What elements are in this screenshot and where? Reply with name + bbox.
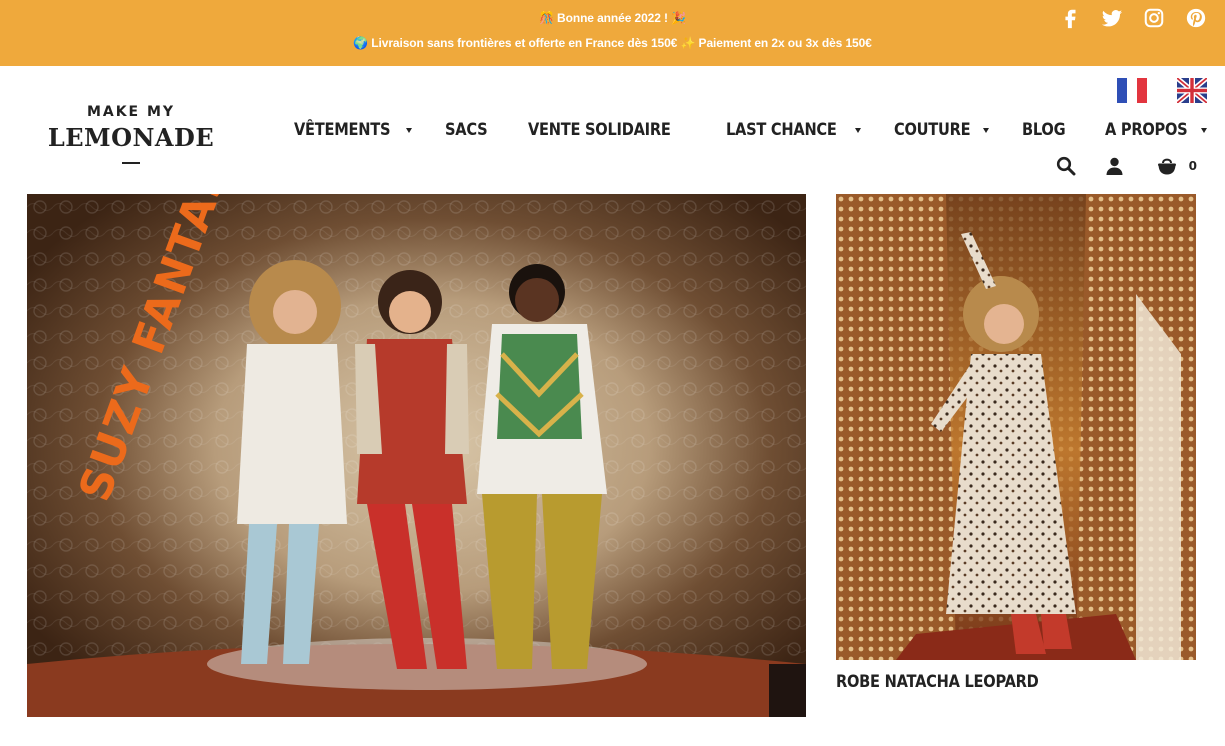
nav-label: COUTURE xyxy=(894,120,971,140)
announcement-shipping: 🌍 Livraison sans frontières et offerte e… xyxy=(353,36,872,50)
nav-item-blog[interactable]: BLOG xyxy=(1022,120,1072,140)
nav-item-sacs[interactable]: SACS xyxy=(445,120,494,140)
nav-label: LAST CHANCE xyxy=(726,120,838,140)
nav-item-vetements[interactable]: VÊTEMENTS xyxy=(294,120,413,140)
nav-label: A PROPOS xyxy=(1105,120,1188,140)
nav-label: BLOG xyxy=(1021,120,1066,140)
announcement-new-year: 🎊 Bonne année 2022 ! 🎉 xyxy=(538,11,687,25)
chevron-down-icon xyxy=(406,127,413,133)
nav-item-a-propos[interactable]: A PROPOS xyxy=(1105,120,1207,140)
nav-item-last-chance[interactable]: LAST CHANCE xyxy=(726,120,862,140)
facebook-icon[interactable] xyxy=(1059,7,1081,29)
logo-top-text: MAKE MY xyxy=(86,104,176,120)
nav-item-vente-solidaire[interactable]: VENTE SOLIDAIRE xyxy=(528,120,694,140)
search-icon[interactable] xyxy=(1056,156,1076,176)
chevron-down-icon xyxy=(982,127,989,133)
logo-main-text: LEMONADE xyxy=(47,123,215,152)
product-card: ROBE NATACHA LEOPARD xyxy=(836,194,1196,692)
shopping-bag-icon xyxy=(1157,158,1176,174)
product-title[interactable]: ROBE NATACHA LEOPARD xyxy=(836,672,1039,692)
nav-label: SACS xyxy=(445,120,488,140)
twitter-icon[interactable] xyxy=(1101,7,1123,29)
logo-underline xyxy=(122,162,140,164)
language-switcher xyxy=(1117,78,1207,103)
chevron-down-icon xyxy=(855,127,862,133)
cart-count: 0 xyxy=(1188,159,1197,173)
site-logo[interactable]: MAKE MY LEMONADE xyxy=(40,104,222,166)
account-icon[interactable] xyxy=(1106,157,1123,175)
cart-button[interactable]: 0 xyxy=(1157,157,1197,176)
main-navigation: VÊTEMENTS SACS VENTE SOLIDAIRE LAST CHAN… xyxy=(294,120,1207,140)
hero-image: SUZY FANTASY xyxy=(27,194,806,717)
announcement-bar: 🎊 Bonne année 2022 ! 🎉 🌍 Livraison sans … xyxy=(0,0,1225,66)
chevron-down-icon xyxy=(1201,127,1207,133)
hero-banner[interactable]: SUZY FANTASY xyxy=(27,194,806,717)
nav-label: VENTE SOLIDAIRE xyxy=(527,120,671,140)
instagram-icon[interactable] xyxy=(1143,7,1165,29)
site-header: MAKE MY LEMONADE VÊTEMENTS SACS VENTE SO… xyxy=(0,66,1225,194)
social-links xyxy=(1059,6,1207,30)
french-flag-icon[interactable] xyxy=(1117,78,1147,103)
pinterest-icon[interactable] xyxy=(1185,7,1207,29)
nav-item-couture[interactable]: COUTURE xyxy=(894,120,989,140)
header-tools: 0 xyxy=(1056,156,1197,176)
nav-label: VÊTEMENTS xyxy=(294,120,391,140)
product-image[interactable] xyxy=(836,194,1196,660)
uk-flag-icon[interactable] xyxy=(1177,78,1207,103)
product-photo xyxy=(836,194,1196,660)
